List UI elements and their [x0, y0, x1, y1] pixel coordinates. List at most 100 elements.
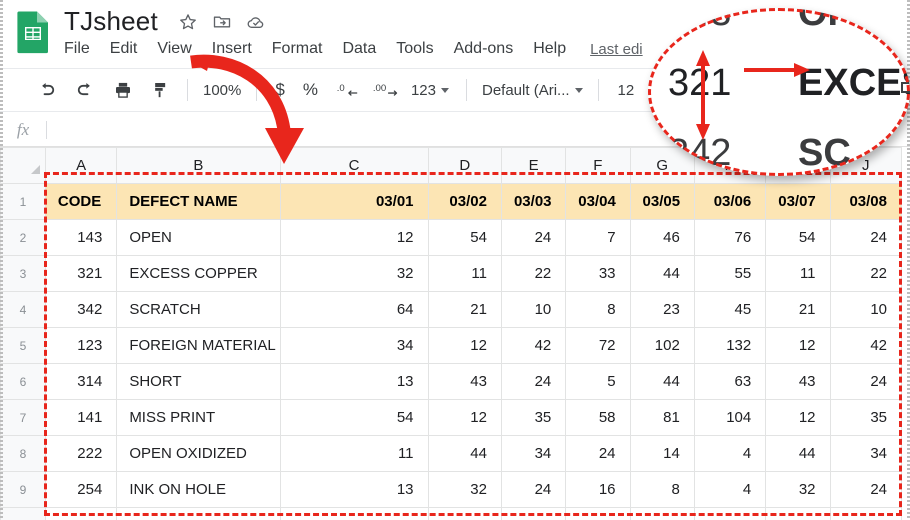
cell-H3[interactable]: 55	[694, 256, 765, 292]
move-to-folder-icon[interactable]	[212, 12, 232, 32]
cell-D3[interactable]: 11	[428, 256, 501, 292]
cell-D6[interactable]: 43	[428, 364, 501, 400]
row-header-2[interactable]: 2	[1, 220, 46, 256]
cell-G2[interactable]: 46	[630, 220, 694, 256]
menu-item-edit[interactable]: Edit	[100, 38, 148, 60]
column-header-d[interactable]: D	[428, 148, 501, 184]
undo-button[interactable]	[30, 75, 64, 105]
cell-F9[interactable]: 16	[566, 472, 630, 508]
cell-E6[interactable]: 24	[501, 364, 565, 400]
row-header-6[interactable]: 6	[1, 364, 46, 400]
cell-C5[interactable]: 34	[280, 328, 428, 364]
cell-J2[interactable]: 24	[830, 220, 901, 256]
font-family-selector[interactable]: Default (Ari...	[476, 79, 589, 102]
cell-F5[interactable]: 72	[566, 328, 630, 364]
cell-F10[interactable]: 33	[566, 508, 630, 520]
cell-H2[interactable]: 76	[694, 220, 765, 256]
cell-G1[interactable]: 03/05	[630, 184, 694, 220]
menu-item-data[interactable]: Data	[332, 38, 386, 60]
cell-C1[interactable]: 03/01	[280, 184, 428, 220]
cell-D4[interactable]: 21	[428, 292, 501, 328]
cell-I8[interactable]: 44	[766, 436, 830, 472]
cell-B4[interactable]: SCRATCH	[117, 292, 280, 328]
menu-item-file[interactable]: File	[64, 38, 100, 60]
column-header-a[interactable]: A	[45, 148, 116, 184]
cell-J4[interactable]: 10	[830, 292, 901, 328]
percent-format-button[interactable]: %	[294, 77, 327, 103]
cell-F4[interactable]: 8	[566, 292, 630, 328]
cell-A8[interactable]: 222	[45, 436, 116, 472]
cell-I9[interactable]: 32	[766, 472, 830, 508]
column-header-j[interactable]: J	[830, 148, 901, 184]
more-formats-button[interactable]: 123	[403, 79, 457, 102]
select-all-corner[interactable]	[1, 148, 46, 184]
column-header-h[interactable]: H	[694, 148, 765, 184]
cell-A4[interactable]: 342	[45, 292, 116, 328]
cell-H7[interactable]: 104	[694, 400, 765, 436]
star-icon[interactable]	[178, 12, 198, 32]
paint-format-button[interactable]	[144, 75, 178, 105]
cell-I3[interactable]: 11	[766, 256, 830, 292]
document-title[interactable]: TJsheet	[64, 6, 158, 37]
cell-G5[interactable]: 102	[630, 328, 694, 364]
cell-I1[interactable]: 03/07	[766, 184, 830, 220]
cell-E9[interactable]: 24	[501, 472, 565, 508]
cell-G3[interactable]: 44	[630, 256, 694, 292]
cell-B10[interactable]: OXIDIZED PAD	[117, 508, 280, 520]
cell-G10[interactable]: 44	[630, 508, 694, 520]
cell-C3[interactable]: 32	[280, 256, 428, 292]
cell-C9[interactable]: 13	[280, 472, 428, 508]
row-header-1[interactable]: 1	[1, 184, 46, 220]
cell-I6[interactable]: 43	[766, 364, 830, 400]
column-header-c[interactable]: C	[280, 148, 428, 184]
cell-H1[interactable]: 03/06	[694, 184, 765, 220]
cloud-saved-icon[interactable]	[246, 12, 266, 32]
menu-item-addons[interactable]: Add-ons	[444, 38, 524, 60]
redo-button[interactable]	[68, 75, 102, 105]
cell-D8[interactable]: 44	[428, 436, 501, 472]
decrease-decimal-button[interactable]: .0	[331, 75, 365, 105]
cell-G7[interactable]: 81	[630, 400, 694, 436]
cell-H5[interactable]: 132	[694, 328, 765, 364]
cell-D1[interactable]: 03/02	[428, 184, 501, 220]
currency-format-button[interactable]: $	[266, 77, 293, 103]
cell-D9[interactable]: 32	[428, 472, 501, 508]
column-header-f[interactable]: F	[566, 148, 630, 184]
cell-J9[interactable]: 24	[830, 472, 901, 508]
row-header-7[interactable]: 7	[1, 400, 46, 436]
cell-C8[interactable]: 11	[280, 436, 428, 472]
cell-F6[interactable]: 5	[566, 364, 630, 400]
cell-H6[interactable]: 63	[694, 364, 765, 400]
cell-E2[interactable]: 24	[501, 220, 565, 256]
cell-J3[interactable]: 22	[830, 256, 901, 292]
cell-J10[interactable]: 22	[830, 508, 901, 520]
cell-G8[interactable]: 14	[630, 436, 694, 472]
cell-F7[interactable]: 58	[566, 400, 630, 436]
cell-F8[interactable]: 24	[566, 436, 630, 472]
cell-H4[interactable]: 45	[694, 292, 765, 328]
cell-E10[interactable]: 22	[501, 508, 565, 520]
cell-J8[interactable]: 34	[830, 436, 901, 472]
cell-B9[interactable]: INK ON HOLE	[117, 472, 280, 508]
cell-B5[interactable]: FOREIGN MATERIAL	[117, 328, 280, 364]
cell-C4[interactable]: 64	[280, 292, 428, 328]
cell-I10[interactable]: 11	[766, 508, 830, 520]
cell-F2[interactable]: 7	[566, 220, 630, 256]
cell-C2[interactable]: 12	[280, 220, 428, 256]
cell-E1[interactable]: 03/03	[501, 184, 565, 220]
cell-G4[interactable]: 23	[630, 292, 694, 328]
column-header-b[interactable]: B	[117, 148, 280, 184]
cell-C6[interactable]: 13	[280, 364, 428, 400]
column-header-g[interactable]: G	[630, 148, 694, 184]
cell-A5[interactable]: 123	[45, 328, 116, 364]
cell-E7[interactable]: 35	[501, 400, 565, 436]
zoom-selector[interactable]: 100%	[197, 79, 247, 102]
cell-J6[interactable]: 24	[830, 364, 901, 400]
cell-A10[interactable]: 324	[45, 508, 116, 520]
cell-H10[interactable]: 55	[694, 508, 765, 520]
cell-I4[interactable]: 21	[766, 292, 830, 328]
cell-D10[interactable]: 11	[428, 508, 501, 520]
cell-A6[interactable]: 314	[45, 364, 116, 400]
cell-J7[interactable]: 35	[830, 400, 901, 436]
row-header-3[interactable]: 3	[1, 256, 46, 292]
